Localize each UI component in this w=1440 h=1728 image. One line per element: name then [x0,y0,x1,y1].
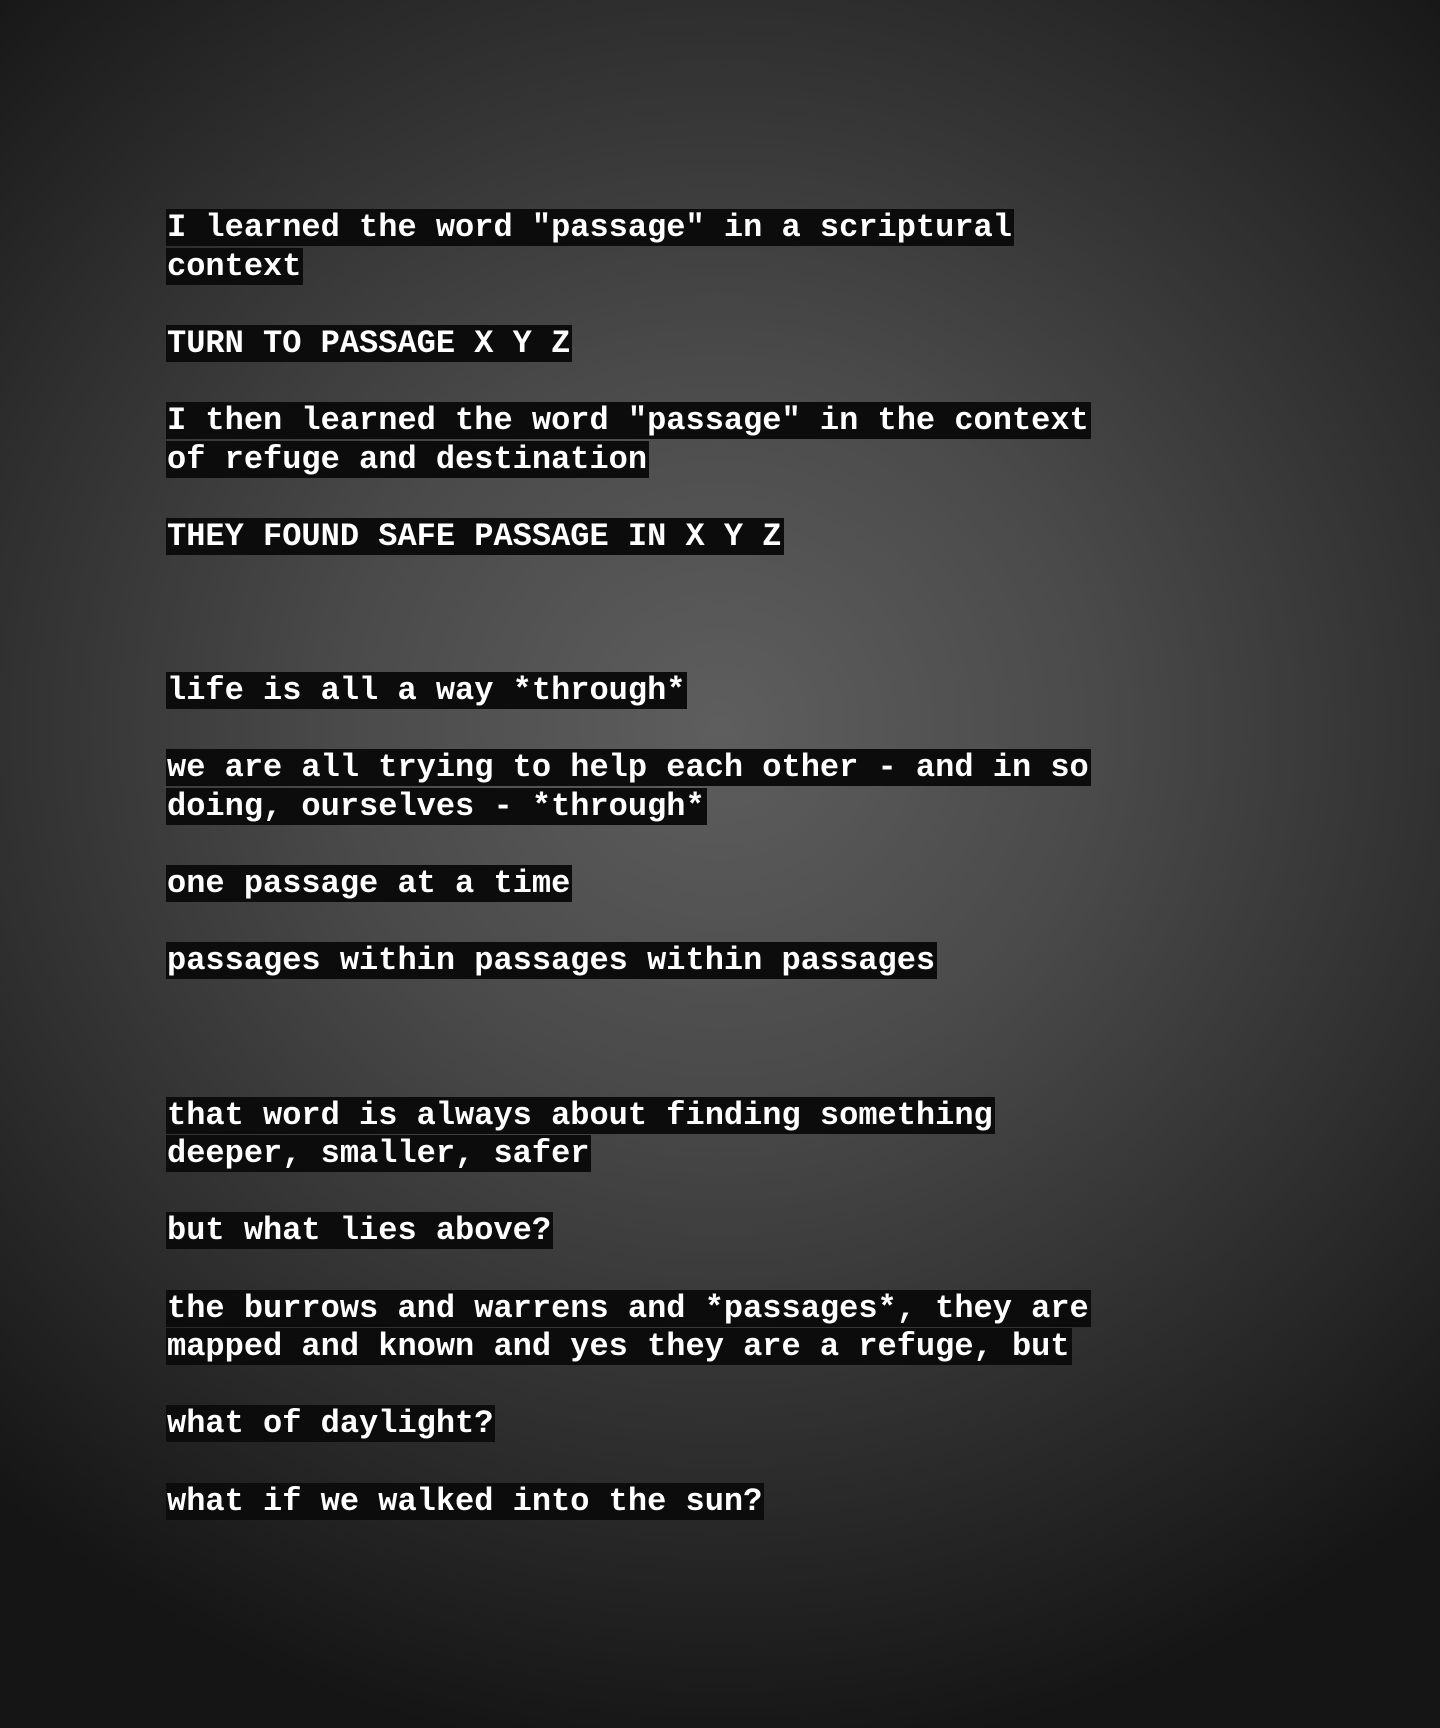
stanza-9: that word is always about finding someth… [166,1096,1166,1174]
stanza-8: passages within passages within passages [166,942,1166,981]
stanza-3: I then learned the word "passage" in the… [166,401,1166,479]
text-line: one passage at a time [166,865,573,903]
text-line: that word is always about finding someth… [166,1096,995,1134]
stanza-5: life is all a way *through* [166,672,1166,711]
text-line: passages within passages within passages [166,942,938,980]
text-line: but what lies above? [166,1212,554,1250]
stanza-13: what if we walked into the sun? [166,1482,1166,1522]
stanza-11: the burrows and warrens and *passages*, … [166,1289,1166,1367]
stanza-1: I learned the word "passage" in a script… [166,209,1166,286]
story-text-overlay: I learned the word "passage" in a script… [166,209,1166,1560]
stanza-7: one passage at a time [166,865,1166,904]
text-line: mapped and known and yes they are a refu… [166,1328,1072,1366]
text-line: life is all a way *through* [166,672,688,710]
text-line: context [166,247,304,285]
stanza-2: TURN TO PASSAGE X Y Z [166,324,1166,364]
text-line: THEY FOUND SAFE PASSAGE IN X Y Z [166,517,784,555]
stanza-10: but what lies above? [166,1212,1166,1251]
text-line: what of daylight? [166,1405,496,1443]
text-line: TURN TO PASSAGE X Y Z [166,324,573,362]
text-line: the burrows and warrens and *passages*, … [166,1289,1091,1327]
stanza-4: THEY FOUND SAFE PASSAGE IN X Y Z [166,517,1166,557]
stanza-6: we are all trying to help each other - a… [166,749,1166,826]
text-line: I learned the word "passage" in a script… [166,209,1014,246]
text-line: I then learned the word "passage" in the… [166,401,1091,439]
text-line: deeper, smaller, safer [166,1135,592,1173]
text-line: we are all trying to help each other - a… [166,749,1091,787]
text-line: doing, ourselves - *through* [166,787,707,825]
stanza-12: what of daylight? [166,1405,1166,1444]
text-line: of refuge and destination [166,440,650,478]
text-line: what if we walked into the sun? [166,1482,765,1520]
